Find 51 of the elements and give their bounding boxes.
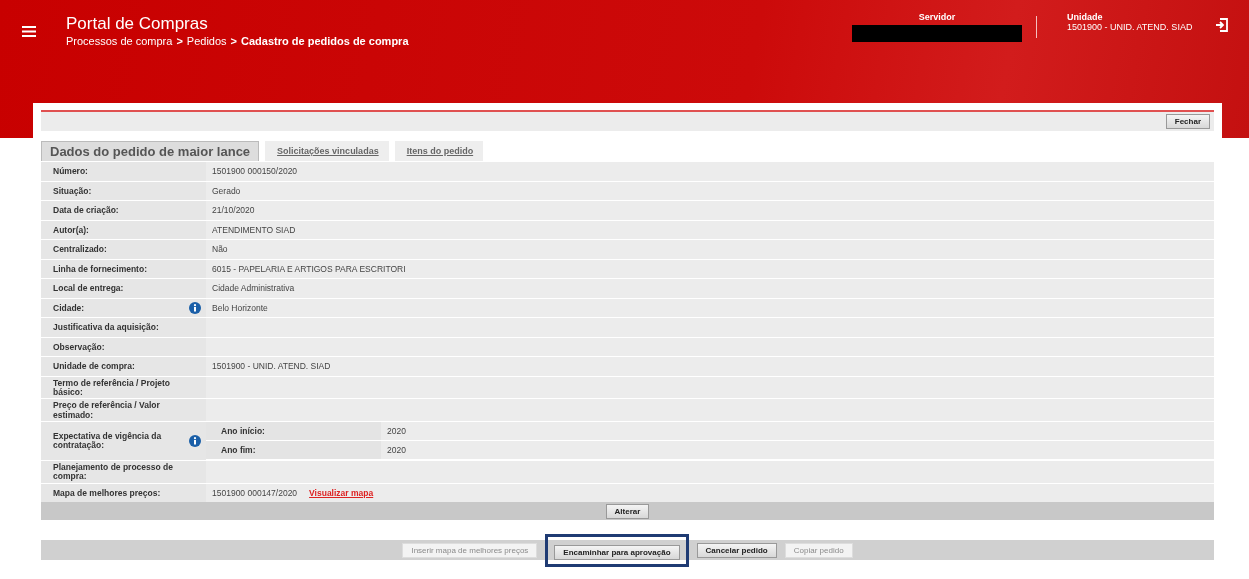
close-button[interactable]: Fechar xyxy=(1165,114,1210,129)
info-icon[interactable] xyxy=(189,435,201,448)
field-label: Cidade: xyxy=(53,303,86,313)
menu-icon[interactable] xyxy=(22,26,36,37)
field-value: 2020 xyxy=(387,444,406,455)
field-value: Cidade Administrativa xyxy=(212,283,295,294)
tab[interactable]: Dados do pedido de maior lance xyxy=(41,141,260,161)
info-icon[interactable] xyxy=(189,302,201,315)
field-value: 2020 xyxy=(387,425,406,436)
field-label: Termo de referência / Projeto básico: xyxy=(53,378,171,398)
field-value: Belo Horizonte xyxy=(212,302,268,313)
servidor-label: Servidor xyxy=(918,12,956,22)
tab[interactable]: Solicitações vinculadas xyxy=(265,141,389,161)
breadcrumb-link[interactable]: Pedidos xyxy=(186,35,227,47)
field-label: Observação: xyxy=(53,342,106,352)
breadcrumb-link[interactable]: Processos de compra xyxy=(66,35,173,47)
field-value: 1501900 000150/2020 xyxy=(212,166,298,177)
field-value: Não xyxy=(212,244,228,255)
breadcrumb-current: Cadastro de pedidos de compra xyxy=(241,35,409,47)
field-label: Centralizado: xyxy=(53,245,108,255)
field-value: 1501900 - UNID. ATEND. SIAD xyxy=(212,361,331,372)
field-label: Preço de referência / Valor estimado: xyxy=(53,401,161,420)
field-label: Data de criação: xyxy=(53,206,120,216)
field-label: Número: xyxy=(53,167,89,177)
field-label: Expectativa de vigência da contratação: xyxy=(53,432,163,451)
field-value: ATENDIMENTO SIAD xyxy=(212,224,296,235)
breadcrumb-separator: > xyxy=(176,35,183,47)
portal-title: Portal de Compras xyxy=(66,14,209,34)
view-map-link[interactable]: Visualizar mapa xyxy=(309,487,374,498)
edit-button[interactable]: Alterar xyxy=(605,503,650,519)
field-label: Autor(a): xyxy=(53,225,90,235)
logout-icon[interactable] xyxy=(1215,18,1229,32)
field-label: Local de entrega: xyxy=(53,284,125,294)
field-label: Unidade de compra: xyxy=(53,362,136,372)
field-label: Planejamento de processo de compra: xyxy=(53,462,174,482)
field-label: Ano início: xyxy=(221,425,265,436)
action-button[interactable]: Encaminhar para aprovação xyxy=(554,544,680,560)
field-value: 1501900 000147/2020 xyxy=(212,487,298,498)
field-value: 21/10/2020 xyxy=(212,205,255,216)
action-button[interactable]: Cancelar pedido xyxy=(696,542,777,558)
tab[interactable]: Itens do pedido xyxy=(394,141,484,161)
unidade-label: Unidade xyxy=(1067,12,1104,22)
field-label: Justificativa da aquisição: xyxy=(53,323,160,333)
field-label: Situação: xyxy=(53,186,93,196)
field-label: Linha de fornecimento: xyxy=(53,264,148,274)
field-value: 6015 - PAPELARIA E ARTIGOS PARA ESCRITORI xyxy=(212,263,406,274)
field-value: Gerado xyxy=(212,185,241,196)
unidade-value: 1501900 - UNID. ATEND. SIAD xyxy=(1067,22,1194,32)
breadcrumb-separator: > xyxy=(230,35,238,47)
field-label: Mapa de melhores preços: xyxy=(53,488,162,498)
field-label: Ano fim: xyxy=(221,444,256,455)
